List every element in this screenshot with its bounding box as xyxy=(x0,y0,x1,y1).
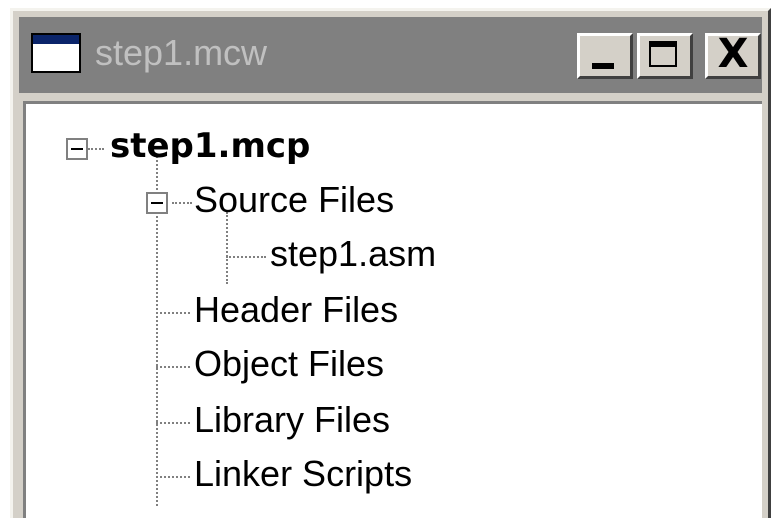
tree-connector xyxy=(226,256,266,258)
project-window[interactable]: step1.mcw X step1.mcp Source Files step1… xyxy=(10,8,771,518)
collapse-root-toggle[interactable] xyxy=(66,138,88,160)
tree-node-library-files[interactable]: Library Files xyxy=(194,398,390,442)
collapse-source-files-toggle[interactable] xyxy=(146,192,168,214)
window-icon[interactable] xyxy=(31,33,81,73)
maximize-button[interactable] xyxy=(637,33,693,79)
tree-connector xyxy=(156,476,190,478)
tree-node-header-files[interactable]: Header Files xyxy=(194,288,398,332)
tree-node-source-files[interactable]: Source Files xyxy=(194,178,394,222)
close-button[interactable]: X xyxy=(705,31,761,79)
tree-node-linker-scripts[interactable]: Linker Scripts xyxy=(194,452,412,496)
title-bar[interactable]: step1.mcw X xyxy=(19,17,762,93)
close-icon: X xyxy=(717,31,749,77)
tree-connector xyxy=(88,148,104,150)
minimize-icon xyxy=(592,63,614,69)
tree-connector xyxy=(172,202,192,204)
maximize-icon xyxy=(649,41,677,67)
tree-connector xyxy=(156,422,190,424)
tree-node-root[interactable]: step1.mcp xyxy=(110,124,310,168)
tree-connector xyxy=(156,366,190,368)
tree-node-step1-asm[interactable]: step1.asm xyxy=(270,232,436,276)
minimize-button[interactable] xyxy=(577,33,633,79)
tree-node-object-files[interactable]: Object Files xyxy=(194,342,384,386)
tree-connector xyxy=(156,312,190,314)
window-title: step1.mcw xyxy=(95,32,268,73)
project-tree-pane[interactable]: step1.mcp Source Files step1.asm Header … xyxy=(23,101,762,518)
tree-connector xyxy=(226,212,228,284)
project-tree: step1.mcp Source Files step1.asm Header … xyxy=(26,104,762,518)
